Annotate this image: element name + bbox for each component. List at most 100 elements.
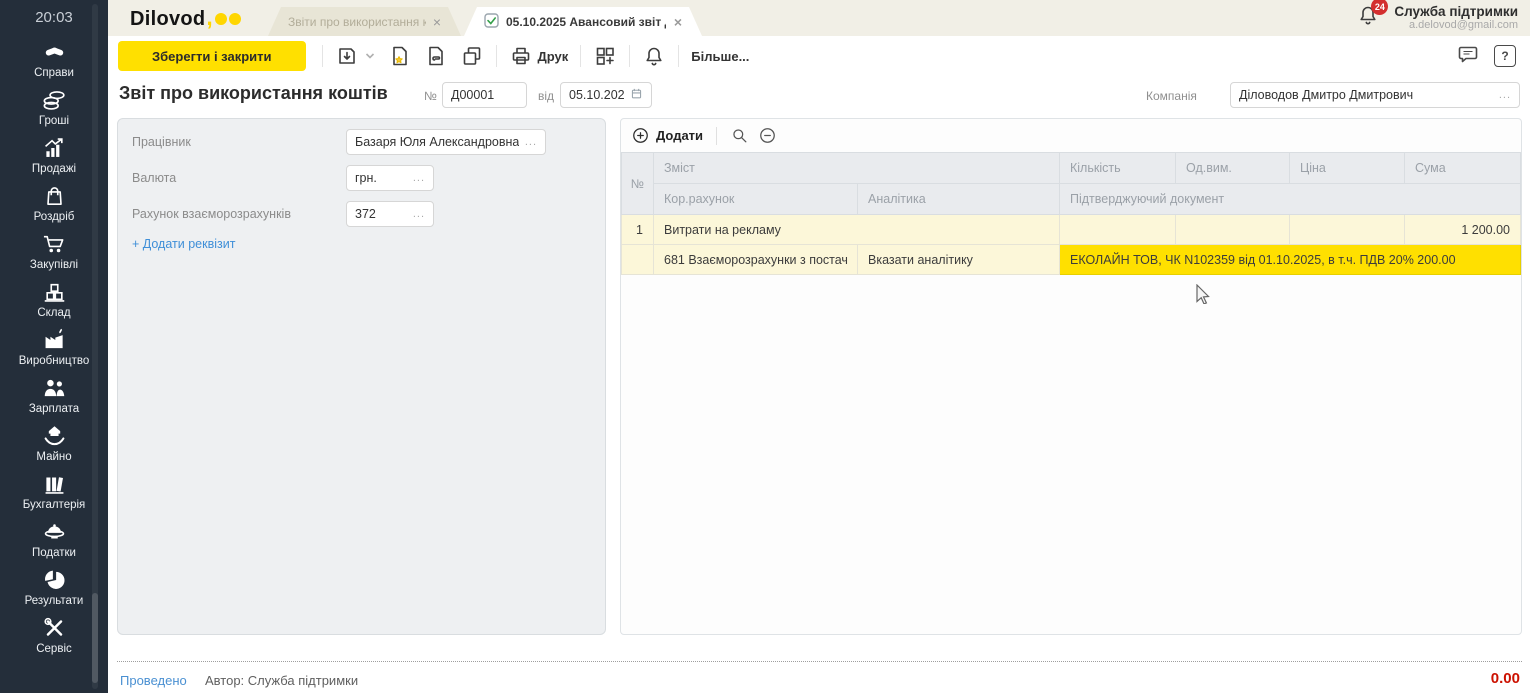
property-icon [41, 423, 68, 449]
lookup-ellipsis-icon[interactable]: ... [519, 136, 537, 148]
lookup-ellipsis-icon[interactable]: ... [407, 172, 425, 184]
sales-chart-icon [41, 135, 68, 161]
attachment-icon [424, 44, 448, 68]
unit-cell[interactable] [1176, 215, 1290, 245]
comments-button[interactable] [1456, 42, 1480, 71]
posted-status-link[interactable]: Проведено [120, 673, 187, 688]
boxes-icon [41, 279, 68, 305]
reminder-button[interactable] [636, 44, 672, 68]
lookup-ellipsis-icon[interactable]: ... [407, 208, 425, 220]
tax-cap-icon [41, 519, 68, 545]
status-bar: Проведено Автор: Служба підтримки 0.00 [117, 661, 1522, 694]
table-header-row-2: Кор.рахунок Аналітика Підтверджуючий док… [622, 184, 1521, 215]
col-header-num: № [622, 153, 654, 215]
company-input[interactable]: Діловодов Дмитро Дмитрович ... [1230, 82, 1520, 108]
people-icon [41, 375, 68, 401]
col-header-price[interactable]: Ціна [1290, 153, 1405, 184]
account-cell[interactable]: 681 Взаєморозрахунки з постач [654, 245, 858, 275]
printer-icon [509, 44, 533, 68]
settlement-account-input[interactable]: 372 ... [346, 201, 434, 227]
account-info[interactable]: Служба підтримки a.delovod@gmail.com [1394, 4, 1518, 31]
employee-label: Працівник [132, 135, 191, 149]
lookup-ellipsis-icon[interactable]: ... [1493, 89, 1511, 101]
create-based-button[interactable] [382, 44, 418, 68]
toolbar-separator [580, 45, 581, 67]
copy-icon [460, 44, 484, 68]
date-input[interactable]: 05.10.2025 [560, 82, 652, 108]
attach-button[interactable] [418, 44, 454, 68]
dilovod-logo[interactable]: Dilovod, [130, 5, 241, 31]
table-header-row-1: № Зміст Кількість Од.вим. Ціна Сума [622, 153, 1521, 184]
row-number-cell[interactable] [622, 245, 654, 275]
currency-input[interactable]: грн. ... [346, 165, 434, 191]
author-text: Автор: Служба підтримки [205, 673, 358, 688]
company-label: Компанія [1146, 89, 1197, 103]
settlement-account-label: Рахунок взаєморозрахунків [132, 207, 291, 221]
shopping-bag-icon [41, 183, 68, 209]
notification-badge: 24 [1371, 0, 1388, 15]
print-button[interactable]: Друк [503, 44, 575, 68]
grid-toolbar-separator [716, 127, 717, 145]
close-icon[interactable]: × [674, 15, 682, 29]
col-header-content[interactable]: Зміст [654, 153, 1060, 184]
search-rows-button[interactable] [730, 126, 749, 145]
remove-row-button[interactable] [758, 126, 777, 145]
add-row-button[interactable]: Додати [631, 126, 703, 145]
col-header-account[interactable]: Кор.рахунок [654, 184, 858, 215]
content-cell[interactable]: Витрати на рекламу [654, 215, 1060, 245]
col-header-sum[interactable]: Сума [1405, 153, 1521, 184]
cart-icon [41, 231, 68, 257]
checkbox-checked-icon [484, 13, 499, 31]
minus-circle-icon [758, 126, 777, 145]
document-toolbar: Зберегти і закрити Друк [108, 36, 1530, 76]
logo-dot [229, 13, 241, 25]
save-close-button[interactable]: Зберегти і закрити [118, 41, 306, 71]
handshake-icon [41, 39, 68, 65]
sidebar: 20:03 Справи Гроші Продажі Роздріб [0, 0, 108, 693]
close-icon[interactable]: × [433, 15, 441, 29]
factory-icon [41, 327, 68, 353]
sidebar-scrollbar[interactable] [92, 4, 98, 689]
col-header-qty[interactable]: Кількість [1060, 153, 1176, 184]
add-widget-button[interactable] [587, 44, 623, 68]
tab-advance-report[interactable]: 05.10.2025 Авансовий звіт Д00 × [464, 7, 702, 36]
page-title: Звіт про використання коштів [119, 83, 388, 104]
row-number-cell[interactable]: 1 [622, 215, 654, 245]
total-amount: 0.00 [1491, 670, 1520, 687]
number-label: № [424, 89, 437, 103]
toolbar-right: ? [1456, 42, 1516, 71]
supporting-document-cell[interactable]: ЕКОЛАЙН ТОВ, ЧК N102359 від 01.10.2025, … [1060, 245, 1521, 275]
add-requisite-link[interactable]: + Додати реквізит [132, 237, 235, 251]
support-area: 24 Служба підтримки a.delovod@gmail.com [1356, 3, 1518, 32]
copy-button[interactable] [454, 44, 490, 68]
main-area: Dilovod, Звіти про використання кошт × 0… [108, 0, 1530, 693]
lines-table: № Зміст Кількість Од.вим. Ціна Сума Кор.… [621, 152, 1521, 275]
qty-cell[interactable] [1060, 215, 1176, 245]
tab-reports-list[interactable]: Звіти про використання кошт × [268, 7, 461, 36]
analytics-link-cell[interactable]: Вказати аналітику [858, 245, 1060, 275]
help-button[interactable]: ? [1494, 45, 1516, 67]
calendar-icon[interactable] [624, 87, 643, 103]
save-button[interactable] [329, 44, 382, 68]
price-cell[interactable] [1290, 215, 1405, 245]
chat-icon [1456, 42, 1480, 66]
date-label: від [538, 89, 554, 103]
more-button[interactable]: Більше... [685, 49, 755, 64]
sum-cell[interactable]: 1 200.00 [1405, 215, 1521, 245]
currency-label: Валюта [132, 171, 176, 185]
toolbar-separator [496, 45, 497, 67]
ledger-icon [41, 471, 68, 497]
number-input[interactable]: Д00001 [442, 82, 527, 108]
logo-comma: , [206, 5, 212, 31]
chevron-down-icon [364, 50, 376, 62]
coins-icon [41, 87, 68, 113]
lines-panel: Додати № Зміст Кількість [620, 118, 1522, 635]
table-row: 1 Витрати на рекламу 1 200.00 [622, 215, 1521, 245]
col-header-analytics[interactable]: Аналітика [858, 184, 1060, 215]
notifications-bell[interactable]: 24 [1356, 3, 1380, 32]
requisites-panel: Працівник Базаря Юля Александровна ... В… [117, 118, 606, 635]
col-header-unit[interactable]: Од.вим. [1176, 153, 1290, 184]
employee-input[interactable]: Базаря Юля Александровна ... [346, 129, 546, 155]
col-header-document[interactable]: Підтверджуючий документ [1060, 184, 1521, 215]
logo-dot [215, 13, 227, 25]
